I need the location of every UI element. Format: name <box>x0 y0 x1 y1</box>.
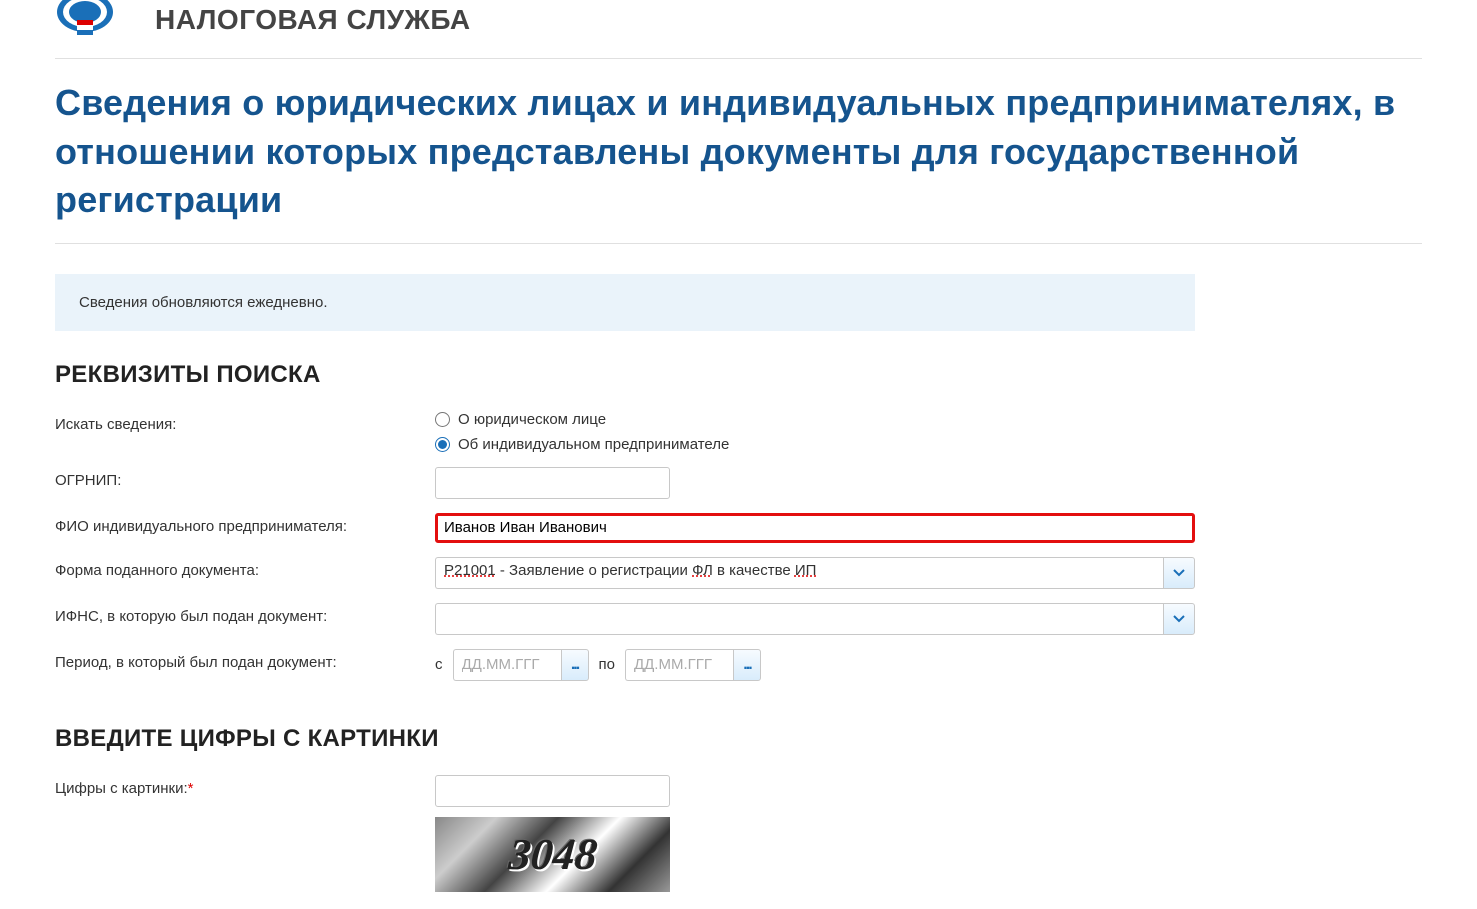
ellipsis-icon: ... <box>743 656 750 674</box>
row-doc-form: Форма поданного документа: Р21001 - Заяв… <box>55 557 1422 589</box>
captcha-image: 3048 <box>435 817 670 892</box>
label-ifns: ИФНС, в которую был подан документ: <box>55 603 435 625</box>
fio-input[interactable] <box>435 513 1195 543</box>
section-title-search: РЕКВИЗИТЫ ПОИСКА <box>55 361 1422 389</box>
ifns-combo[interactable] <box>435 603 1195 635</box>
doc-form-dropdown-button[interactable] <box>1163 557 1195 589</box>
label-period: Период, в который был подан документ: <box>55 649 435 671</box>
chevron-down-icon <box>1173 569 1185 577</box>
page-title: Сведения о юридических лицах и индивидуа… <box>55 79 1422 225</box>
period-to-label: по <box>599 656 615 673</box>
label-fio: ФИО индивидуального предпринимателя: <box>55 513 435 535</box>
radio-legal-input[interactable] <box>435 412 450 427</box>
logo-icon <box>55 0 135 40</box>
info-banner: Сведения обновляются ежедневно. <box>55 274 1195 331</box>
ifns-input[interactable] <box>435 603 1163 635</box>
doc-form-combo[interactable]: Р21001 - Заявление о регистрации ФЛ в ка… <box>435 557 1195 589</box>
radio-individual-input[interactable] <box>435 437 450 452</box>
row-period: Период, в который был подан документ: с … <box>55 649 1422 681</box>
radio-legal-entity[interactable]: О юридическом лице <box>435 411 1195 428</box>
ellipsis-icon: ... <box>571 656 578 674</box>
label-search-type: Искать сведения: <box>55 411 435 433</box>
doc-form-value[interactable]: Р21001 - Заявление о регистрации ФЛ в ка… <box>435 557 1163 589</box>
divider <box>55 243 1422 244</box>
captcha-input[interactable] <box>435 775 670 807</box>
required-mark: * <box>188 780 194 797</box>
label-captcha: Цифры с картинки:* <box>55 775 435 797</box>
ogrnip-input[interactable] <box>435 467 670 499</box>
row-search-type: Искать сведения: О юридическом лице Об и… <box>55 411 1422 453</box>
label-doc-form: Форма поданного документа: <box>55 557 435 579</box>
row-captcha: Цифры с картинки:* 3048 <box>55 775 1422 892</box>
date-to-picker-button[interactable]: ... <box>733 649 761 681</box>
row-fio: ФИО индивидуального предпринимателя: <box>55 513 1422 543</box>
radio-individual-entrepreneur[interactable]: Об индивидуальном предпринимателе <box>435 436 1195 453</box>
row-ifns: ИФНС, в которую был подан документ: <box>55 603 1422 635</box>
divider <box>55 58 1422 59</box>
chevron-down-icon <box>1173 615 1185 623</box>
section-title-captcha: ВВЕДИТЕ ЦИФРЫ С КАРТИНКИ <box>55 725 1422 753</box>
site-header: НАЛОГОВАЯ СЛУЖБА <box>55 0 1422 50</box>
period-from-label: с <box>435 656 443 673</box>
radio-individual-label: Об индивидуальном предпринимателе <box>458 436 729 453</box>
ifns-dropdown-button[interactable] <box>1163 603 1195 635</box>
date-from-picker-button[interactable]: ... <box>561 649 589 681</box>
label-ogrnip: ОГРНИП: <box>55 467 435 489</box>
site-name: НАЛОГОВАЯ СЛУЖБА <box>155 4 471 36</box>
date-to-input[interactable] <box>625 649 733 681</box>
row-ogrnip: ОГРНИП: <box>55 467 1422 499</box>
captcha-digits: 3048 <box>506 829 598 880</box>
radio-group-entity-type: О юридическом лице Об индивидуальном пре… <box>435 411 1195 453</box>
radio-legal-label: О юридическом лице <box>458 411 606 428</box>
date-from-input[interactable] <box>453 649 561 681</box>
